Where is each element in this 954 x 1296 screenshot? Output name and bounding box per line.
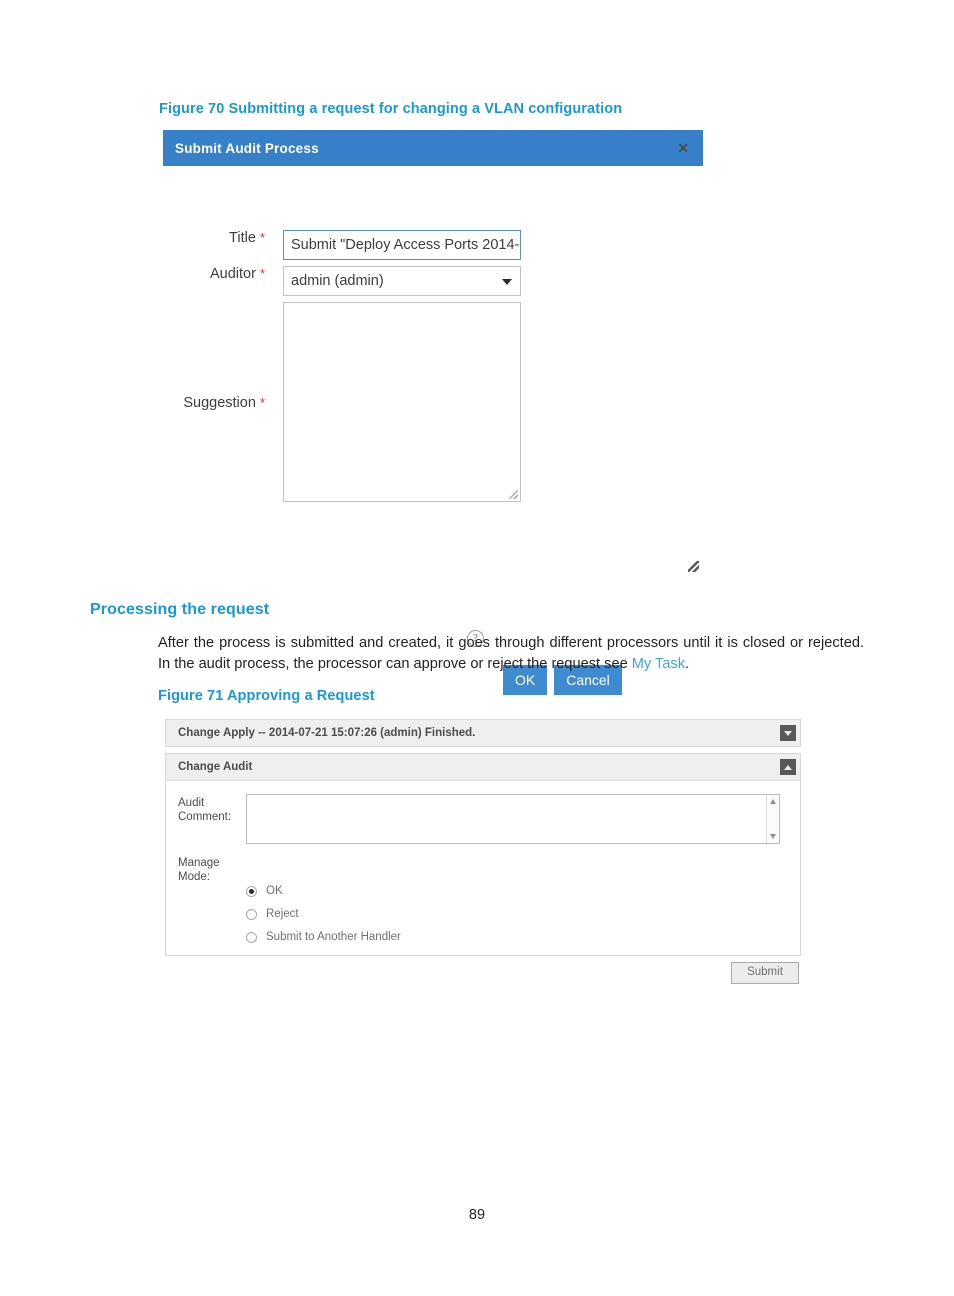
radio-button-icon[interactable] (246, 885, 257, 897)
paragraph-text-part-2: . (685, 656, 690, 672)
change-audit-panel-body: Audit Comment: Manage Mode: OK Reject Su… (165, 781, 801, 956)
scroll-up-icon[interactable] (770, 799, 776, 804)
audit-comment-label: Audit Comment: (178, 796, 231, 824)
auditor-field-row: Auditor * admin (admin) (163, 266, 521, 296)
audit-comment-label-line1: Audit (178, 797, 205, 809)
manage-mode-label-line1: Manage (178, 857, 220, 869)
radio-button-icon[interactable] (246, 931, 257, 943)
textarea-scrollbar[interactable] (766, 795, 779, 843)
manage-mode-label: Manage Mode: (178, 856, 220, 884)
section-paragraph: After the process is submitted and creat… (158, 633, 864, 675)
radio-option-reject[interactable]: Reject (246, 908, 299, 920)
suggestion-label: Suggestion * (163, 302, 283, 411)
auditor-select[interactable]: admin (admin) (283, 266, 521, 296)
suggestion-textarea[interactable] (283, 302, 521, 502)
dialog-header: Submit Audit Process ✕ (163, 130, 703, 166)
dialog-title: Submit Audit Process (175, 140, 319, 156)
chevron-up-icon[interactable] (780, 759, 796, 775)
textarea-resize-handle-icon[interactable] (509, 490, 518, 499)
title-required-marker: * (259, 230, 265, 245)
submit-button[interactable]: Submit (731, 962, 799, 984)
radio-button-icon[interactable] (246, 908, 257, 920)
scroll-down-icon[interactable] (770, 834, 776, 839)
radio-label: Submit to Another Handler (266, 931, 401, 943)
dialog-resize-handle-icon[interactable] (688, 561, 699, 572)
audit-comment-label-line2: Comment: (178, 811, 232, 823)
change-apply-title: Change Apply -- 2014-07-21 15:07:26 (adm… (178, 727, 476, 739)
title-input[interactable]: Submit "Deploy Access Ports 2014- (283, 230, 521, 260)
radio-option-ok[interactable]: OK (246, 885, 283, 897)
submit-audit-process-dialog: Submit Audit Process ✕ Title * Submit "D… (163, 130, 703, 695)
auditor-required-marker: * (259, 266, 265, 281)
change-audit-panel-header[interactable]: Change Audit (165, 753, 801, 781)
auditor-label: Auditor * (163, 266, 283, 282)
suggestion-field-row: Suggestion * (163, 302, 521, 502)
dialog-body: Title * Submit "Deploy Access Ports 2014… (163, 166, 703, 695)
suggestion-label-text: Suggestion (183, 395, 256, 411)
title-label: Title * (163, 230, 283, 246)
suggestion-required-marker: * (259, 395, 265, 410)
change-apply-panel-header[interactable]: Change Apply -- 2014-07-21 15:07:26 (adm… (165, 719, 801, 747)
audit-comment-textarea[interactable] (246, 794, 780, 844)
change-audit-title: Change Audit (178, 761, 253, 773)
figure-71-caption: Figure 71 Approving a Request (158, 688, 375, 704)
title-label-text: Title (229, 230, 256, 246)
radio-label: Reject (266, 908, 299, 920)
figure-70-caption: Figure 70 Submitting a request for chang… (159, 101, 623, 117)
manage-mode-label-line2: Mode: (178, 871, 210, 883)
page-number: 89 (468, 1207, 486, 1223)
section-heading: Processing the request (90, 601, 270, 618)
auditor-label-text: Auditor (209, 266, 256, 282)
my-task-link[interactable]: My Task (632, 656, 685, 672)
radio-option-submit-another-handler[interactable]: Submit to Another Handler (246, 931, 401, 943)
paragraph-text-part-1: After the process is submitted and creat… (158, 635, 864, 672)
chevron-down-icon (502, 279, 512, 285)
approving-request-figure: Change Apply -- 2014-07-21 15:07:26 (adm… (165, 719, 801, 984)
chevron-down-icon[interactable] (780, 725, 796, 741)
close-icon[interactable]: ✕ (677, 141, 689, 155)
radio-label: OK (266, 885, 283, 897)
title-field-row: Title * Submit "Deploy Access Ports 2014… (163, 230, 521, 260)
auditor-selected-value: admin (admin) (291, 273, 384, 289)
